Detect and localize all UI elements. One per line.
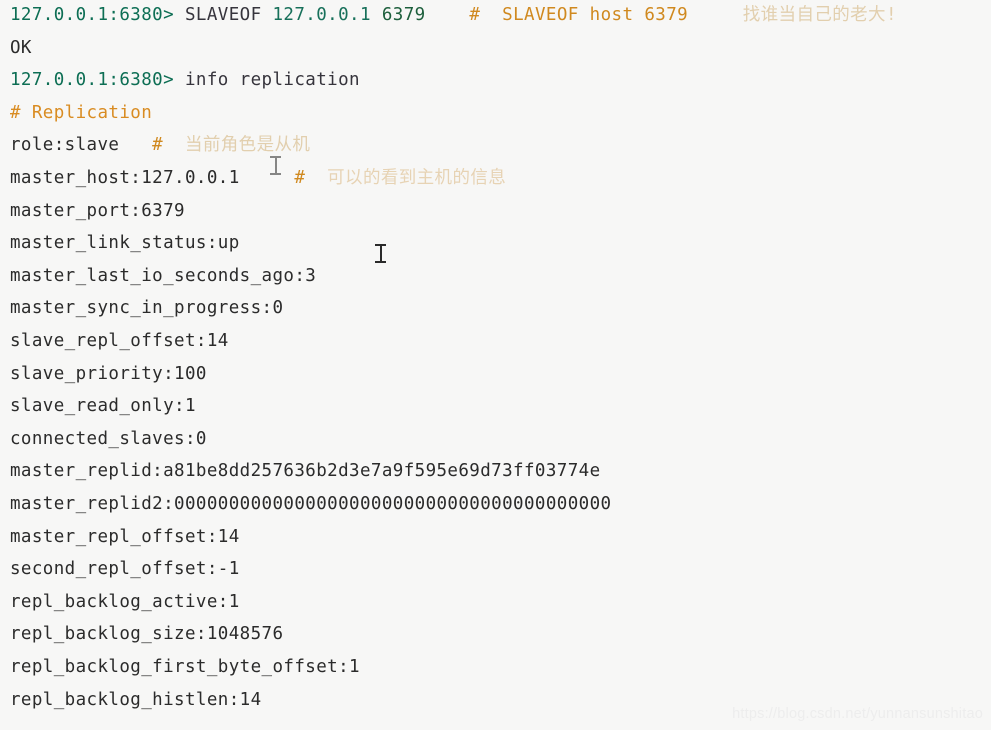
line-master-replid-segment-0: master_replid:a81be8dd257636b2d3e7a9f595… (10, 461, 601, 482)
line-master-host-segment-0: master_host:127.0.0.1 (10, 168, 240, 188)
line-slave-read-only-segment-0: slave_read_only:1 (10, 396, 196, 417)
line-role-segment-2: 当前角色是从机 (174, 135, 311, 156)
line-role: role:slave # 当前角色是从机 (10, 135, 310, 156)
line-repl-backlog-size-segment-0: repl_backlog_size:1048576 (10, 624, 284, 645)
line-role-segment-0: role:slave (10, 135, 120, 156)
line-connected-slaves: connected_slaves:0 (10, 429, 207, 450)
line-slaveof-command-segment-1: SLAVEOF (184, 5, 273, 25)
line-slaveof-command: 127.0.0.1:6380> SLAVEOF 127.0.0.1 6379 #… (10, 5, 897, 26)
line-slaveof-command-segment-5: SLAVEOF host 6379 (491, 5, 689, 25)
line-slaveof-command-segment-2: 127.0.0.1 (272, 5, 382, 25)
text-cursor-main (375, 243, 386, 264)
line-slaveof-command-segment-3: 6379 (381, 5, 426, 25)
line-slaveof-command-segment-6: 找谁当自己的老大! (688, 5, 897, 25)
line-repl-backlog-first-byte-offset: repl_backlog_first_byte_offset:1 (10, 657, 360, 678)
line-repl-backlog-active-segment-0: repl_backlog_active:1 (10, 591, 240, 612)
line-info-replication-command: 127.0.0.1:6380> info replication (10, 70, 360, 91)
line-master-replid2: master_replid2:0000000000000000000000000… (10, 494, 611, 515)
line-master-host: master_host:127.0.0.1 # 可以的看到主机的信息 (10, 168, 506, 189)
line-ok: OK (10, 38, 32, 59)
line-slave-repl-offset: slave_repl_offset:14 (10, 331, 229, 352)
line-info-replication-command-segment-1: info replication (184, 70, 360, 91)
line-repl-backlog-size: repl_backlog_size:1048576 (10, 624, 283, 645)
line-master-repl-offset-segment-0: master_repl_offset:14 (10, 526, 240, 547)
line-master-link-status: master_link_status:up (10, 233, 240, 254)
line-master-repl-offset: master_repl_offset:14 (10, 527, 240, 548)
line-slaveof-command-segment-4: # (425, 5, 492, 25)
line-master-host-segment-1: # (239, 168, 317, 188)
line-master-last-io-seconds-ago: master_last_io_seconds_ago:3 (10, 266, 316, 287)
line-master-port: master_port:6379 (10, 201, 185, 222)
line-replication-header-segment-0: # Replication (10, 102, 153, 123)
line-slave-repl-offset-segment-0: slave_repl_offset:14 (10, 331, 229, 351)
line-master-replid2-segment-0: master_replid2:0000000000000000000000000… (10, 494, 612, 514)
line-second-repl-offset-segment-0: second_repl_offset:-1 (10, 559, 240, 580)
line-connected-slaves-segment-0: connected_slaves:0 (10, 428, 207, 449)
line-slave-priority: slave_priority:100 (10, 364, 207, 385)
line-info-replication-command-segment-0: 127.0.0.1:6380> (10, 70, 185, 91)
line-master-sync-in-progress: master_sync_in_progress:0 (10, 298, 283, 319)
line-slave-read-only: slave_read_only:1 (10, 396, 196, 417)
line-master-link-status-segment-0: master_link_status:up (10, 233, 240, 254)
terminal-output-area[interactable]: 127.0.0.1:6380> SLAVEOF 127.0.0.1 6379 #… (0, 0, 991, 730)
line-repl-backlog-histlen: repl_backlog_histlen:14 (10, 690, 262, 711)
line-master-replid: master_replid:a81be8dd257636b2d3e7a9f595… (10, 461, 601, 482)
line-slave-priority-segment-0: slave_priority:100 (10, 363, 207, 384)
line-master-host-segment-2: 可以的看到主机的信息 (316, 168, 507, 188)
line-repl-backlog-histlen-segment-0: repl_backlog_histlen:14 (10, 689, 262, 710)
line-repl-backlog-first-byte-offset-segment-0: repl_backlog_first_byte_offset:1 (10, 657, 360, 677)
line-replication-header: # Replication (10, 103, 152, 124)
line-slaveof-command-segment-0: 127.0.0.1:6380> (10, 5, 185, 25)
watermark: https://blog.csdn.net/yunnansunshitao (732, 706, 983, 722)
line-master-port-segment-0: master_port:6379 (10, 200, 185, 221)
line-repl-backlog-active: repl_backlog_active:1 (10, 592, 240, 613)
line-second-repl-offset: second_repl_offset:-1 (10, 559, 240, 580)
line-role-segment-1: # (119, 135, 175, 156)
line-master-last-io-seconds-ago-segment-0: master_last_io_seconds_ago:3 (10, 265, 317, 286)
line-ok-segment-0: OK (10, 37, 32, 58)
line-master-sync-in-progress-segment-0: master_sync_in_progress:0 (10, 298, 284, 319)
